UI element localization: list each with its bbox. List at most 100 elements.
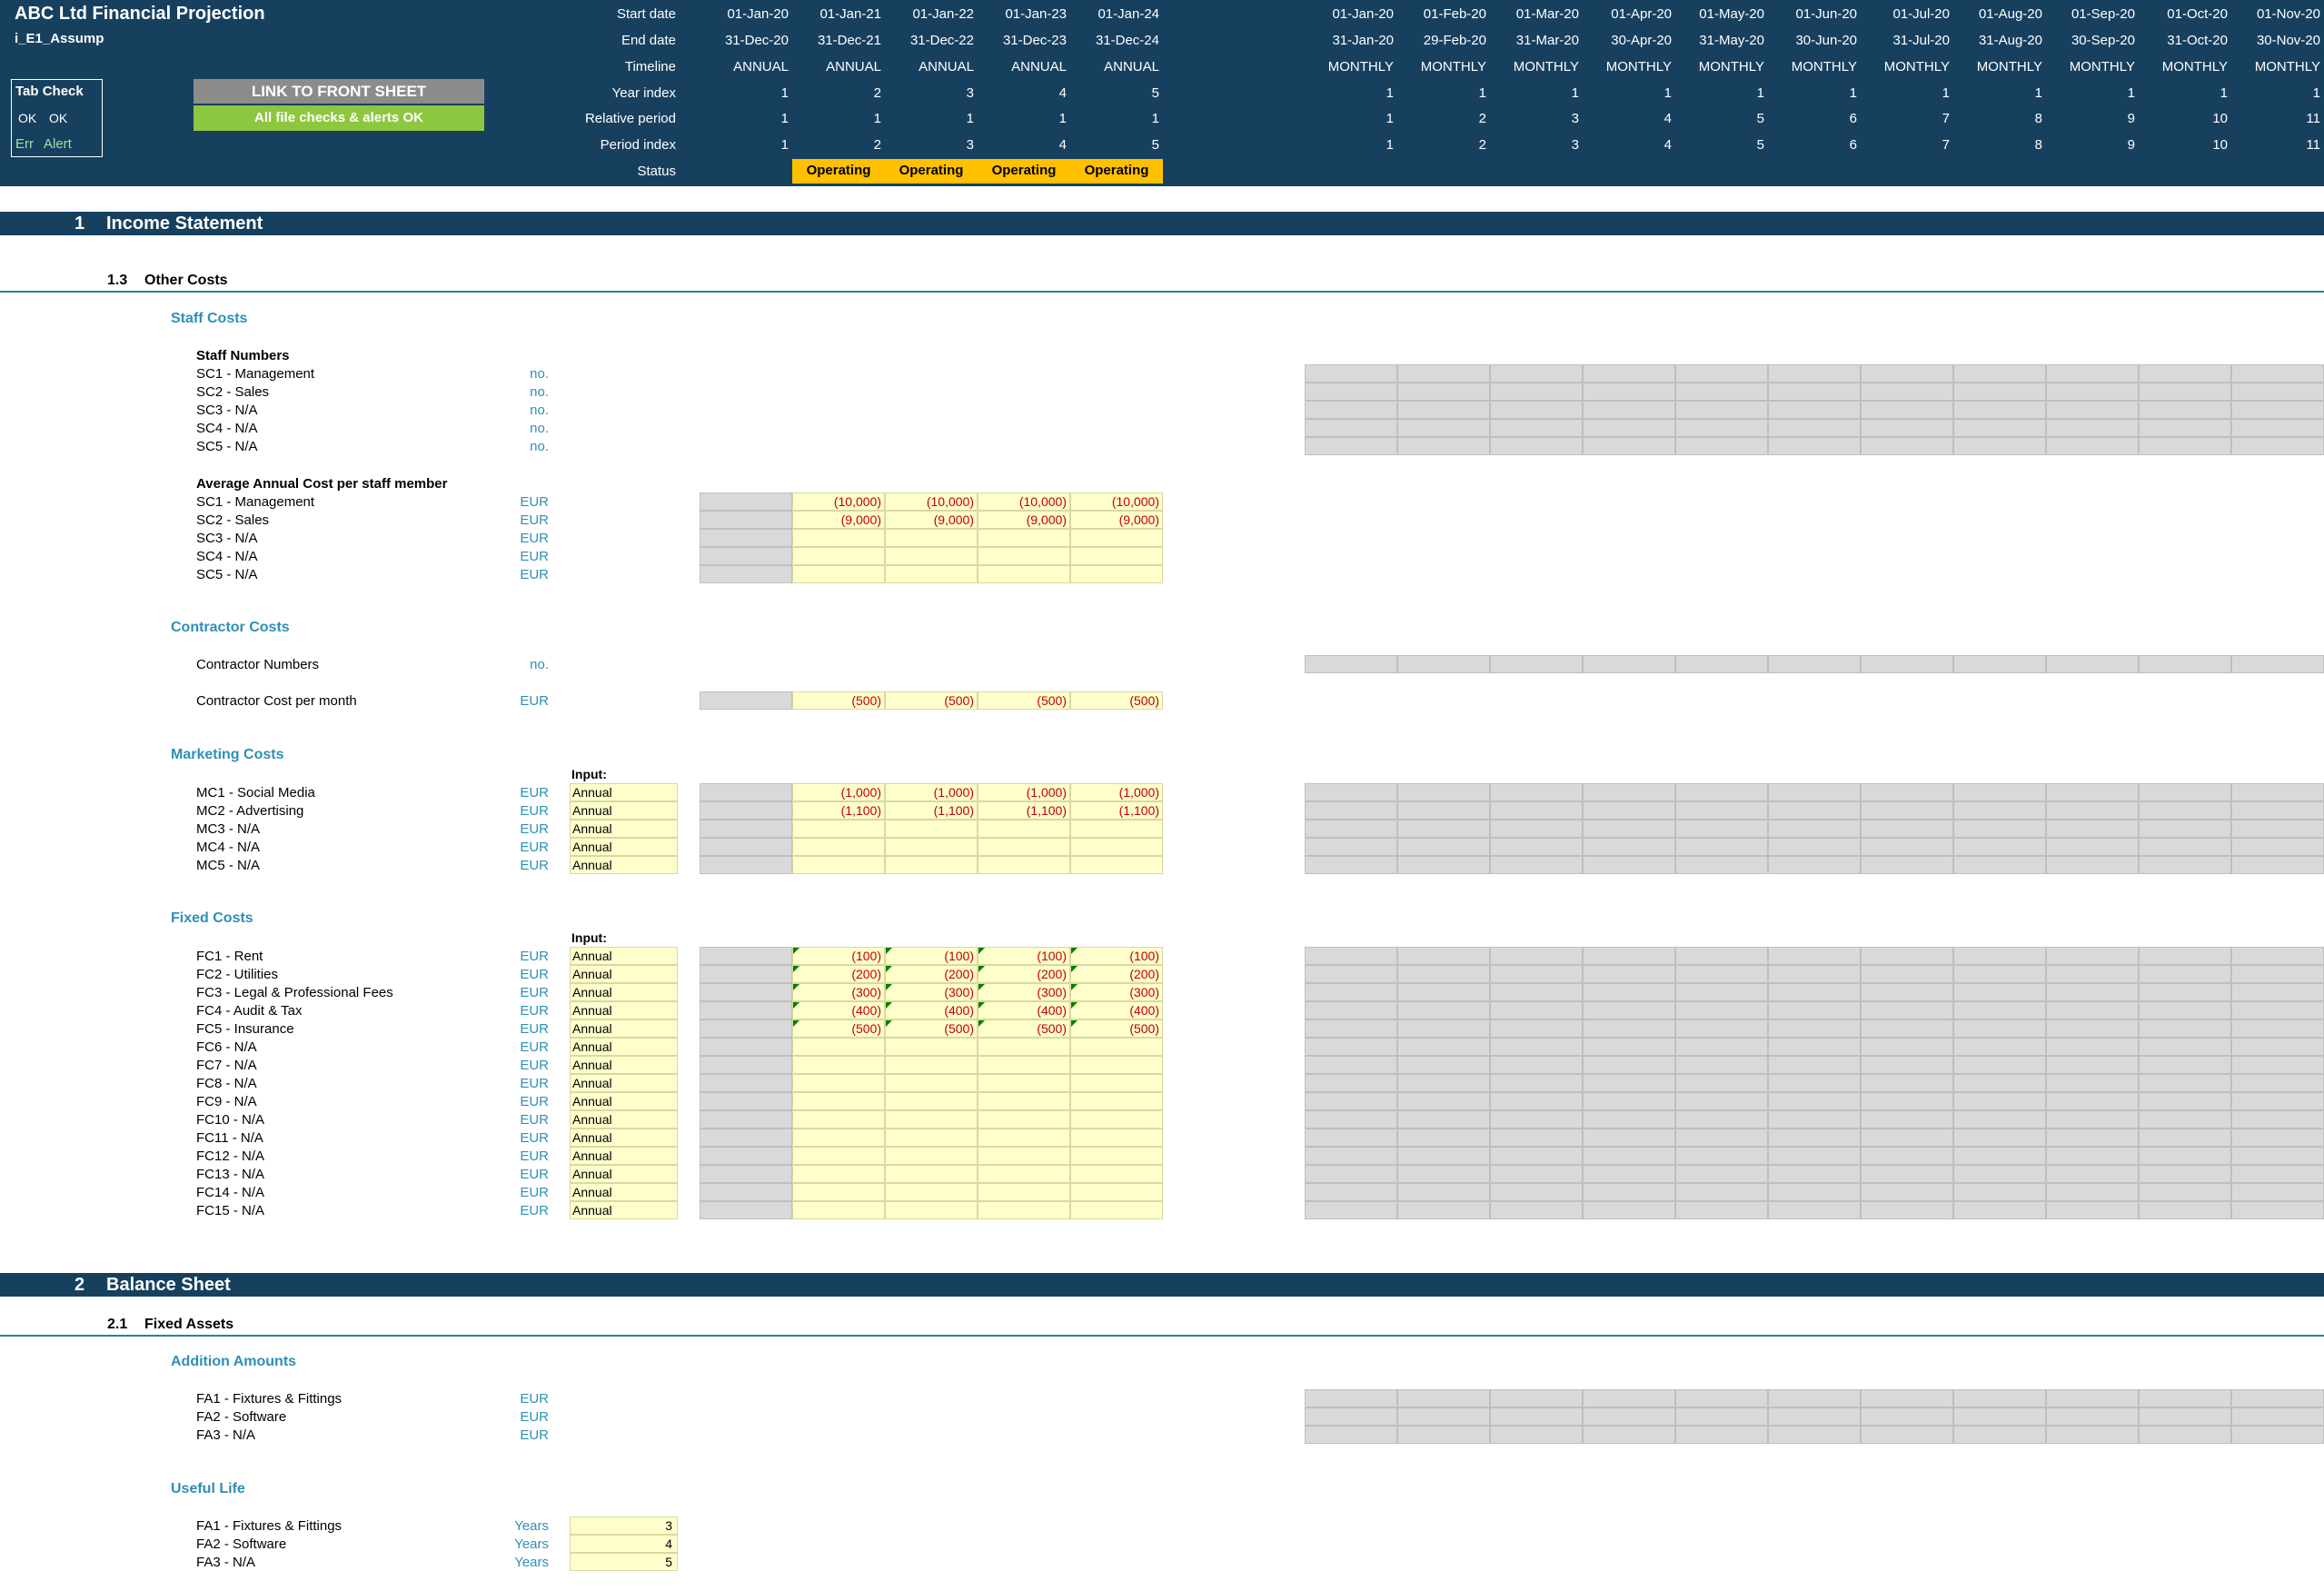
monthly-calc-cell[interactable] [1953,1110,2046,1129]
monthly-calc-cell[interactable] [2231,437,2324,455]
monthly-calc-cell[interactable] [1675,1019,1768,1038]
monthly-calc-cell[interactable] [1397,383,1490,401]
monthly-calc-cell[interactable] [1768,838,1861,856]
monthly-calc-cell[interactable] [1305,1038,1397,1056]
monthly-calc-cell[interactable] [1583,983,1675,1001]
annual-base-cell[interactable] [700,983,792,1001]
monthly-calc-cell[interactable] [1768,655,1861,673]
monthly-calc-cell[interactable] [1953,1389,2046,1407]
annual-input-cell[interactable] [885,838,978,856]
monthly-calc-cell[interactable] [1861,364,1953,383]
annual-base-cell[interactable] [700,1129,792,1147]
annual-base-cell[interactable] [700,1038,792,1056]
monthly-calc-cell[interactable] [1768,801,1861,820]
monthly-calc-cell[interactable] [2231,1183,2324,1201]
monthly-calc-cell[interactable] [1861,655,1953,673]
annual-input-cell[interactable] [885,547,978,565]
monthly-calc-cell[interactable] [1675,1147,1768,1165]
monthly-calc-cell[interactable] [1953,1092,2046,1110]
annual-input-cell[interactable] [978,1056,1070,1074]
annual-input-cell[interactable] [1070,1201,1163,1219]
annual-base-cell[interactable] [700,947,792,965]
monthly-calc-cell[interactable] [1768,820,1861,838]
monthly-calc-cell[interactable] [1490,1074,1583,1092]
monthly-calc-cell[interactable] [1305,401,1397,419]
annual-input-cell[interactable] [792,547,885,565]
monthly-calc-cell[interactable] [2139,1426,2231,1444]
monthly-calc-cell[interactable] [2231,1074,2324,1092]
monthly-calc-cell[interactable] [2046,419,2139,437]
monthly-calc-cell[interactable] [1490,1165,1583,1183]
monthly-calc-cell[interactable] [1583,655,1675,673]
monthly-calc-cell[interactable] [1953,1201,2046,1219]
monthly-calc-cell[interactable] [1953,437,2046,455]
monthly-calc-cell[interactable] [1490,856,1583,874]
monthly-calc-cell[interactable] [1861,437,1953,455]
monthly-calc-cell[interactable] [1397,1407,1490,1426]
monthly-calc-cell[interactable] [1675,1407,1768,1426]
monthly-calc-cell[interactable] [2046,1092,2139,1110]
monthly-calc-cell[interactable] [2046,1056,2139,1074]
monthly-calc-cell[interactable] [1305,820,1397,838]
annual-input-cell[interactable] [978,1038,1070,1056]
annual-input-cell[interactable] [792,1074,885,1092]
annual-base-cell[interactable] [700,1165,792,1183]
monthly-calc-cell[interactable] [2139,419,2231,437]
monthly-calc-cell[interactable] [1397,1038,1490,1056]
monthly-calc-cell[interactable] [1397,1092,1490,1110]
monthly-calc-cell[interactable] [1305,383,1397,401]
monthly-calc-cell[interactable] [2231,1038,2324,1056]
monthly-calc-cell[interactable] [1490,1147,1583,1165]
monthly-calc-cell[interactable] [1675,1426,1768,1444]
monthly-calc-cell[interactable] [1397,1389,1490,1407]
monthly-calc-cell[interactable] [2231,419,2324,437]
monthly-calc-cell[interactable] [1953,947,2046,965]
monthly-calc-cell[interactable] [2231,1165,2324,1183]
monthly-calc-cell[interactable] [1861,1074,1953,1092]
annual-base-cell[interactable] [700,1147,792,1165]
monthly-calc-cell[interactable] [2046,1165,2139,1183]
monthly-calc-cell[interactable] [2139,1407,2231,1426]
monthly-calc-cell[interactable] [1490,783,1583,801]
annual-input-cell[interactable] [885,820,978,838]
annual-input-cell[interactable] [885,1038,978,1056]
monthly-calc-cell[interactable] [1675,783,1768,801]
annual-base-cell[interactable] [700,1056,792,1074]
annual-input-cell[interactable] [1070,1129,1163,1147]
monthly-calc-cell[interactable] [1583,1092,1675,1110]
monthly-calc-cell[interactable] [1397,1426,1490,1444]
monthly-calc-cell[interactable] [2139,801,2231,820]
monthly-calc-cell[interactable] [1768,1183,1861,1201]
monthly-calc-cell[interactable] [1305,1110,1397,1129]
monthly-calc-cell[interactable] [1953,1074,2046,1092]
monthly-calc-cell[interactable] [2139,947,2231,965]
monthly-calc-cell[interactable] [1583,856,1675,874]
monthly-calc-cell[interactable] [1675,820,1768,838]
monthly-calc-cell[interactable] [1305,1056,1397,1074]
annual-input-cell[interactable] [1070,1165,1163,1183]
monthly-calc-cell[interactable] [2231,983,2324,1001]
annual-base-cell[interactable] [700,492,792,511]
monthly-calc-cell[interactable] [2139,1074,2231,1092]
annual-input-cell[interactable] [1070,1074,1163,1092]
annual-base-cell[interactable] [700,1001,792,1019]
monthly-calc-cell[interactable] [1305,783,1397,801]
monthly-calc-cell[interactable] [1397,437,1490,455]
monthly-calc-cell[interactable] [1768,965,1861,983]
monthly-calc-cell[interactable] [2046,820,2139,838]
monthly-calc-cell[interactable] [1490,801,1583,820]
annual-input-cell[interactable] [792,838,885,856]
annual-base-cell[interactable] [700,820,792,838]
monthly-calc-cell[interactable] [1583,1183,1675,1201]
monthly-calc-cell[interactable] [1675,801,1768,820]
monthly-calc-cell[interactable] [1953,983,2046,1001]
monthly-calc-cell[interactable] [1305,364,1397,383]
annual-input-cell[interactable] [978,1110,1070,1129]
monthly-calc-cell[interactable] [1583,419,1675,437]
monthly-calc-cell[interactable] [1861,1201,1953,1219]
monthly-calc-cell[interactable] [1861,820,1953,838]
monthly-calc-cell[interactable] [2231,655,2324,673]
annual-input-cell[interactable] [792,529,885,547]
annual-input-cell[interactable] [792,1038,885,1056]
monthly-calc-cell[interactable] [1490,983,1583,1001]
